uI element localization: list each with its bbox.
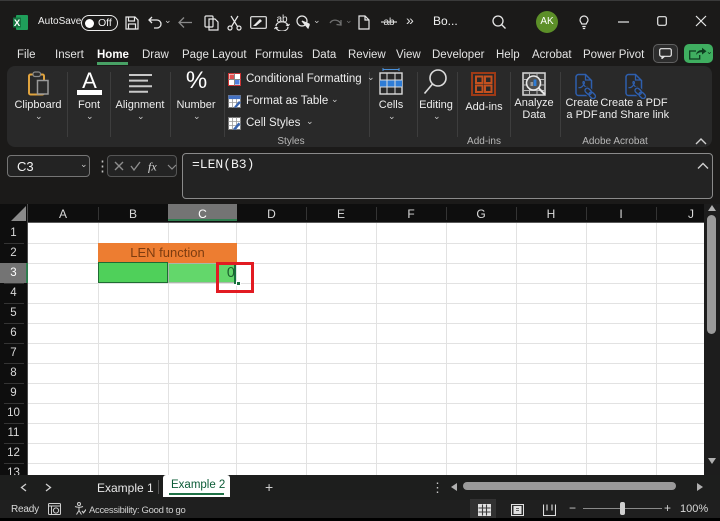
svg-text:fx: fx [148, 160, 157, 174]
svg-text:X: X [14, 18, 21, 29]
